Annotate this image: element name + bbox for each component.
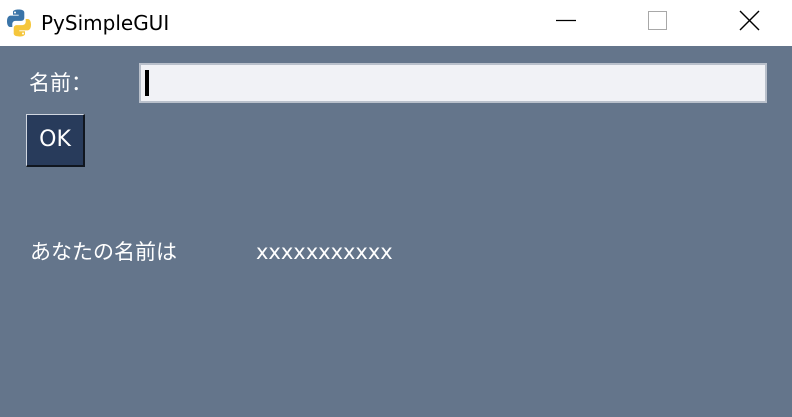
maximize-icon: [648, 11, 667, 30]
minimize-icon: [556, 19, 576, 22]
close-icon: [739, 10, 760, 31]
title-bar[interactable]: PySimpleGUI: [0, 0, 792, 46]
result-label: あなたの名前は: [30, 240, 177, 264]
text-caret: [145, 70, 149, 96]
minimize-button[interactable]: [546, 0, 592, 46]
result-value: xxxxxxxxxxx: [256, 240, 393, 264]
close-button[interactable]: [727, 0, 773, 46]
name-label: 名前：: [29, 71, 92, 95]
name-input[interactable]: [139, 63, 767, 103]
window-title: PySimpleGUI: [41, 11, 170, 35]
pysimplegui-window: PySimpleGUI 名前： OK あなたの名前は xxxxxxxxxxx: [0, 0, 792, 417]
maximize-button[interactable]: [634, 0, 680, 46]
ok-button[interactable]: OK: [26, 114, 85, 167]
python-logo-icon: [4, 8, 34, 38]
